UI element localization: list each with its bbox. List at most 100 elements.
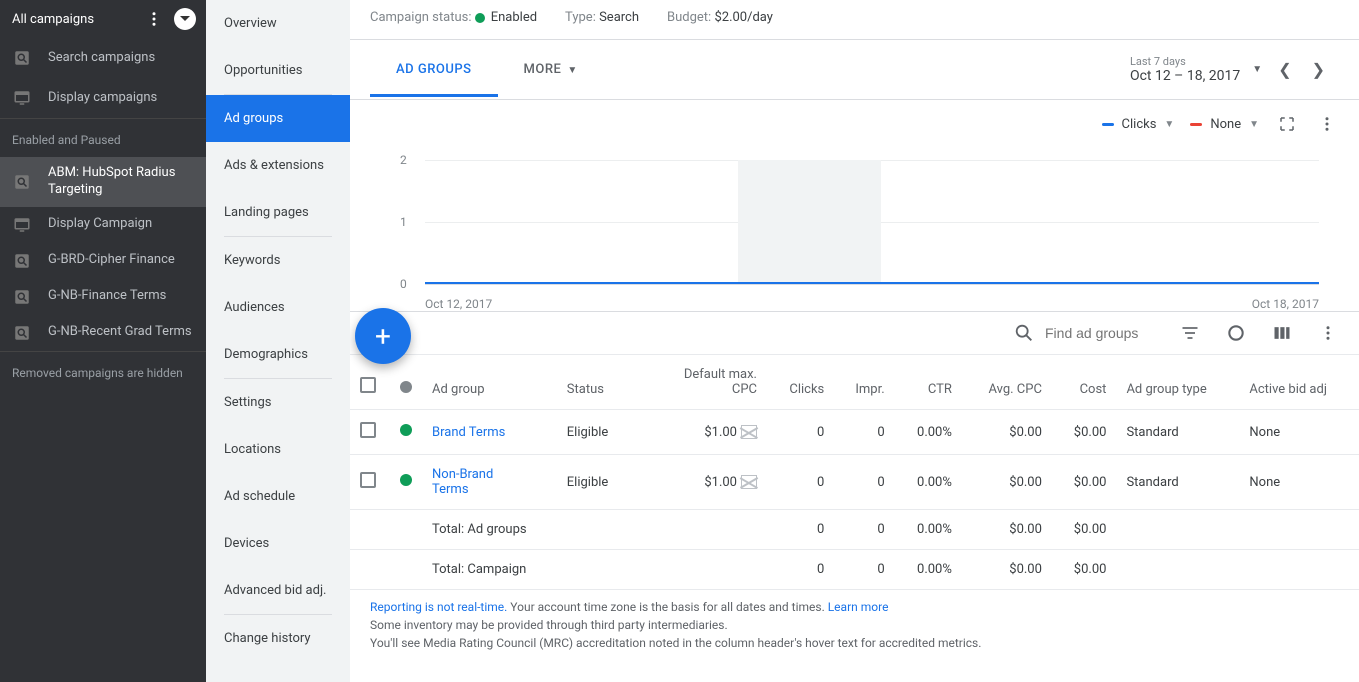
expand-icon[interactable] — [1275, 112, 1299, 136]
display-icon — [12, 215, 32, 235]
chart-x-tick: Oct 18, 2017 — [1252, 297, 1319, 311]
table-total-row: Total: Campaign000.00%$0.00$0.00 — [350, 550, 1359, 590]
status-dot-icon[interactable] — [400, 474, 412, 486]
date-range: Oct 12 – 18, 2017 — [1130, 68, 1240, 84]
cell-cpc: $1.00 — [632, 455, 767, 510]
cell-clicks: 0 — [767, 410, 834, 455]
bid-landscape-icon[interactable] — [741, 425, 757, 439]
col-ad-group-type[interactable]: Ad group type — [1116, 355, 1239, 410]
nav-item-ad-groups[interactable]: Ad groups — [206, 95, 350, 142]
chart-x-tick: Oct 12, 2017 — [425, 297, 492, 311]
nav-item-ad-schedule[interactable]: Ad schedule — [206, 473, 350, 520]
nav-item-devices[interactable]: Devices — [206, 520, 350, 567]
status-dot-icon[interactable] — [400, 424, 412, 436]
table-toolbar — [350, 311, 1359, 354]
sidebar-item-label: G-NB-Recent Grad Terms — [48, 324, 194, 341]
type-label: Type: — [565, 10, 596, 25]
sidebar-campaign-item[interactable]: G-BRD-Cipher Finance — [0, 243, 206, 279]
cell-bidadj: None — [1239, 410, 1359, 455]
cell-impr: 0 — [834, 410, 894, 455]
nav-item-advanced-bid-adj-[interactable]: Advanced bid adj. — [206, 567, 350, 614]
search-icon — [12, 287, 32, 307]
nav-item-settings[interactable]: Settings — [206, 379, 350, 426]
select-all-checkbox[interactable] — [360, 377, 376, 393]
realtime-link[interactable]: Reporting is not real-time. — [370, 600, 507, 614]
columns-icon[interactable] — [1271, 322, 1293, 344]
row-checkbox[interactable] — [360, 472, 376, 488]
sidebar-item-search-campaigns[interactable]: Search campaigns — [0, 38, 206, 78]
sidebar-item-display-campaigns[interactable]: Display campaigns — [0, 78, 206, 118]
chart-menu-icon[interactable] — [1315, 112, 1339, 136]
col-default-max-cpc[interactable]: Default max. CPC — [632, 355, 767, 410]
total-label: Total: Ad groups — [422, 510, 632, 550]
sidebar-campaign-item[interactable]: G-NB-Recent Grad Terms — [0, 315, 206, 351]
bid-landscape-icon[interactable] — [741, 475, 757, 489]
nav-item-keywords[interactable]: Keywords — [206, 237, 350, 284]
date-range-button[interactable]: Last 7 days Oct 12 – 18, 2017 — [1130, 55, 1240, 84]
display-icon — [12, 88, 32, 108]
date-preset: Last 7 days — [1130, 55, 1186, 68]
col-clicks[interactable]: Clicks — [767, 355, 834, 410]
table-menu-icon[interactable] — [1317, 322, 1339, 344]
cell-cpc: $1.00 — [632, 410, 767, 455]
sidebar-section-label: Enabled and Paused — [0, 118, 206, 157]
metric-a-selector[interactable]: Clicks ▼ — [1102, 117, 1175, 132]
metric-b-selector[interactable]: None ▼ — [1190, 117, 1259, 132]
nav-item-audiences[interactable]: Audiences — [206, 284, 350, 331]
col-cost[interactable]: Cost — [1052, 355, 1117, 410]
col-avg-cpc[interactable]: Avg. CPC — [962, 355, 1052, 410]
nav-item-ads-extensions[interactable]: Ads & extensions — [206, 142, 350, 189]
search-input[interactable] — [1045, 325, 1155, 341]
nav-item-change-history[interactable]: Change history — [206, 615, 350, 662]
sidebar-campaign-item[interactable]: Display Campaign — [0, 207, 206, 243]
cell-type: Standard — [1116, 410, 1239, 455]
sidebar-campaign-item[interactable]: ABM: HubSpot Radius Targeting — [0, 157, 206, 207]
account-avatar-icon[interactable] — [174, 8, 196, 30]
date-next-icon[interactable]: ❯ — [1308, 56, 1329, 83]
col-ctr[interactable]: CTR — [895, 355, 962, 410]
col-active-bid-adj[interactable]: Active bid adj — [1239, 355, 1359, 410]
tabs-row: AD GROUPS MORE▼ Last 7 days Oct 12 – 18,… — [350, 40, 1359, 100]
nav-item-overview[interactable]: Overview — [206, 0, 350, 47]
tab-more[interactable]: MORE▼ — [498, 42, 604, 97]
cell-cost: $0.00 — [1052, 410, 1117, 455]
add-ad-group-button[interactable]: + — [355, 308, 411, 364]
refresh-icon[interactable] — [1225, 322, 1247, 344]
nav-item-opportunities[interactable]: Opportunities — [206, 47, 350, 94]
col-status[interactable]: Status — [557, 355, 632, 410]
sidebar-campaign-item[interactable]: G-NB-Finance Terms — [0, 279, 206, 315]
cell-status: Eligible — [557, 455, 632, 510]
caret-down-icon: ▼ — [1249, 119, 1259, 130]
chart-plot-area[interactable] — [425, 160, 1319, 285]
metric-b-swatch-icon — [1190, 123, 1202, 126]
cell-bidadj: None — [1239, 455, 1359, 510]
cell-ctr: 0.00% — [895, 410, 962, 455]
cell-avgcpc: $0.00 — [962, 410, 1052, 455]
date-prev-icon[interactable]: ❮ — [1274, 56, 1295, 83]
sidebar-title[interactable]: All campaigns — [12, 12, 144, 27]
col-impr[interactable]: Impr. — [834, 355, 894, 410]
caret-down-icon[interactable]: ▼ — [1252, 64, 1262, 75]
chart-y-tick: 0 — [400, 277, 407, 291]
learn-more-link[interactable]: Learn more — [828, 600, 889, 614]
tab-ad-groups[interactable]: AD GROUPS — [370, 42, 498, 97]
nav-item-landing-pages[interactable]: Landing pages — [206, 189, 350, 236]
status-header-icon[interactable] — [400, 381, 412, 393]
nav-item-demographics[interactable]: Demographics — [206, 331, 350, 378]
ad-groups-table: Ad group Status Default max. CPC Clicks … — [350, 354, 1359, 589]
campaign-status-bar: Campaign status: Enabled Type: Search Bu… — [350, 0, 1359, 40]
nav-item-locations[interactable]: Locations — [206, 426, 350, 473]
campaigns-sidebar: All campaigns Search campaigns Display ca… — [0, 0, 206, 682]
chart-y-tick: 2 — [400, 153, 407, 167]
ad-group-link[interactable]: Brand Terms — [432, 425, 505, 440]
sidebar-item-label: Display campaigns — [48, 90, 194, 107]
search-icon — [12, 172, 32, 192]
ad-group-link[interactable]: Non-Brand Terms — [432, 467, 522, 497]
status-value: Enabled — [491, 10, 537, 25]
row-checkbox[interactable] — [360, 422, 376, 438]
sidebar-menu-icon[interactable] — [144, 9, 164, 29]
filter-icon[interactable] — [1179, 322, 1201, 344]
search-icon[interactable] — [1013, 322, 1035, 344]
enabled-dot-icon — [475, 13, 485, 23]
col-ad-group[interactable]: Ad group — [422, 355, 557, 410]
